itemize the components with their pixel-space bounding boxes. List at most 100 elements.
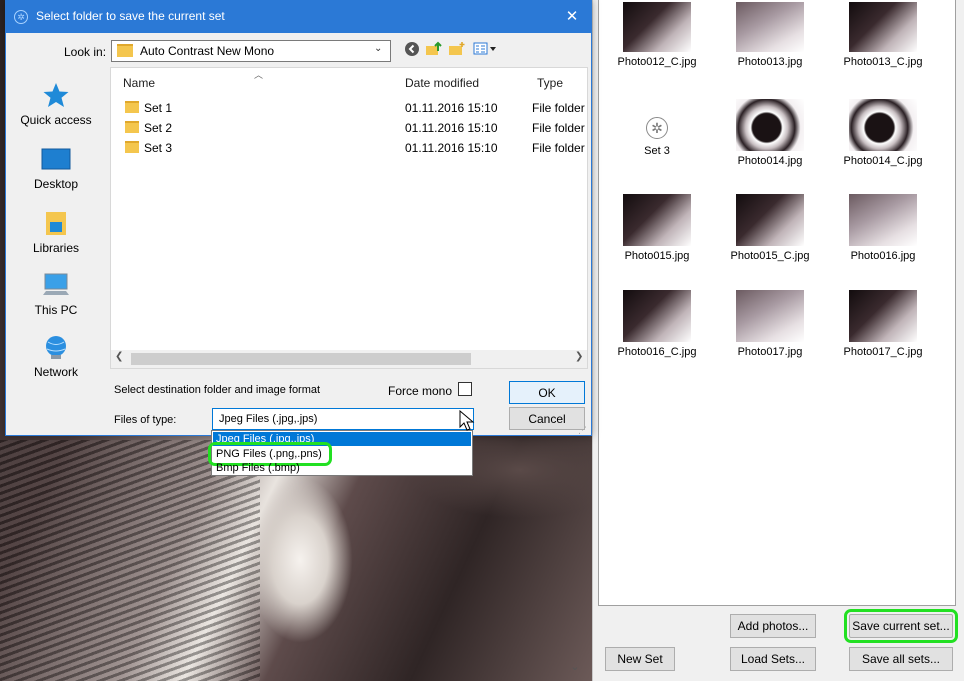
look-in-dropdown[interactable]: Auto Contrast New Mono ⌄: [111, 40, 391, 62]
folder-icon: [125, 121, 139, 133]
look-in-value: Auto Contrast New Mono: [140, 44, 275, 58]
close-icon[interactable]: ✕: [558, 5, 586, 29]
new-folder-icon[interactable]: [448, 41, 466, 59]
thumbnail-label: Photo015.jpg: [624, 250, 690, 262]
place-label: Quick access: [20, 113, 92, 127]
thumbnail-label: Photo016_C.jpg: [617, 346, 697, 358]
app-icon: ✲: [14, 10, 28, 24]
photo-thumbnail[interactable]: Photo017.jpg: [718, 288, 822, 358]
load-sets-button[interactable]: Load Sets...: [730, 647, 816, 671]
thumbnail-image: [849, 194, 917, 246]
chevron-right-icon[interactable]: ❯: [575, 351, 583, 362]
photo-thumbnail[interactable]: Photo016.jpg: [831, 192, 935, 262]
file-date: 01.11.2016 15:10: [405, 121, 498, 135]
file-type: File folder: [532, 121, 585, 135]
file-type: File folder: [532, 141, 585, 155]
ok-button[interactable]: OK: [509, 381, 585, 404]
scroll-down-icon[interactable]: ⌄: [566, 658, 584, 676]
cancel-button[interactable]: Cancel: [509, 407, 585, 430]
up-folder-icon[interactable]: [425, 41, 443, 59]
resize-grip-icon[interactable]: ⋰: [578, 425, 587, 436]
file-list[interactable]: ︿ Name Date modified Type Set 1 01.11.20…: [110, 67, 588, 369]
file-type-option-bmp[interactable]: Bmp Files (.bmp): [213, 461, 471, 475]
view-menu-icon[interactable]: [473, 41, 497, 59]
new-set-button[interactable]: New Set: [605, 647, 675, 671]
file-date: 01.11.2016 15:10: [405, 141, 498, 155]
set-icon: ✲: [646, 117, 668, 139]
photo-thumbnail[interactable]: Photo013.jpg: [718, 0, 822, 68]
photo-thumbnail[interactable]: Photo017_C.jpg: [831, 288, 935, 358]
thumbnail-label: Photo012_C.jpg: [617, 56, 697, 68]
thumbnail-panel: Photo012_C.jpg Photo013.jpg Photo013_C.jpg…: [592, 0, 964, 681]
folder-icon: [117, 44, 133, 57]
force-mono-checkbox[interactable]: [458, 382, 472, 396]
save-current-set-button[interactable]: Save current set...: [844, 609, 958, 643]
thumbnail-image: [736, 194, 804, 246]
file-type-option-png[interactable]: PNG Files (.png,.pns): [208, 442, 332, 466]
add-photos-button[interactable]: Add photos...: [730, 614, 816, 638]
place-label: Network: [33, 365, 78, 379]
thumbnail-label: Photo013.jpg: [737, 56, 803, 68]
dialog-titlebar[interactable]: ✲ Select folder to save the current set …: [6, 1, 591, 33]
photo-thumbnail[interactable]: Photo012_C.jpg: [605, 0, 709, 68]
destination-hint: Select destination folder and image form…: [114, 384, 321, 396]
network-icon: [39, 333, 73, 361]
file-type-dropdown[interactable]: Jpeg Files (.jpg,.jps) ⌄: [212, 408, 474, 430]
place-label: This PC: [34, 303, 78, 317]
file-date: 01.11.2016 15:10: [405, 101, 498, 115]
file-row[interactable]: Set 2 01.11.2016 15:10 File folder: [111, 118, 587, 138]
thumbnail-image: [736, 99, 804, 151]
thumbnail-label: Photo015_C.jpg: [730, 250, 810, 262]
thumbnail-grid[interactable]: Photo012_C.jpg Photo013.jpg Photo013_C.jpg…: [598, 0, 956, 606]
folder-icon: [125, 101, 139, 113]
image-texture: [0, 440, 260, 681]
place-libraries[interactable]: Libraries: [8, 209, 104, 255]
places-bar: Quick access Desktop Libraries This PC N…: [8, 71, 104, 381]
file-type: File folder: [532, 101, 585, 115]
place-label: Desktop: [33, 177, 79, 191]
file-type-value: Jpeg Files (.jpg,.jps): [219, 413, 318, 425]
file-row[interactable]: Set 1 01.11.2016 15:10 File folder: [111, 98, 587, 118]
photo-thumbnail[interactable]: Photo015.jpg: [605, 192, 709, 262]
photo-thumbnail[interactable]: Photo015_C.jpg: [718, 192, 822, 262]
scrollbar-thumb[interactable]: [131, 353, 471, 365]
photo-thumbnail[interactable]: Photo014_C.jpg: [831, 97, 935, 167]
thumbnail-label: Set 3: [644, 145, 670, 157]
photo-thumbnail[interactable]: Photo016_C.jpg: [605, 288, 709, 358]
dialog-title: Select folder to save the current set: [36, 9, 225, 23]
libraries-icon: [39, 209, 73, 237]
column-header-type[interactable]: Type: [537, 76, 563, 90]
horizontal-scrollbar[interactable]: ❮ ❯: [111, 350, 587, 368]
file-name: Set 2: [144, 121, 173, 135]
sort-ascending-icon: ︿: [254, 70, 264, 80]
mouse-cursor-icon: [459, 409, 475, 432]
place-network[interactable]: Network: [8, 333, 104, 379]
photo-thumbnail[interactable]: Photo013_C.jpg: [831, 0, 935, 68]
thumbnail-image: [849, 2, 917, 52]
file-row[interactable]: Set 3 01.11.2016 15:10 File folder: [111, 138, 587, 158]
column-header-name[interactable]: Name: [123, 76, 155, 90]
column-header-date[interactable]: Date modified: [405, 76, 479, 90]
file-type-options: Jpeg Files (.jpg,.jps) PNG Files (.png,.…: [208, 430, 473, 476]
place-desktop[interactable]: Desktop: [8, 145, 104, 191]
file-name: Set 3: [144, 141, 173, 155]
thumbnail-label: Photo014.jpg: [737, 155, 803, 167]
back-icon[interactable]: [404, 41, 420, 59]
thumbnail-image: [849, 290, 917, 342]
computer-icon: [39, 271, 73, 299]
chevron-left-icon[interactable]: ❮: [115, 351, 123, 362]
thumbnail-image: [623, 290, 691, 342]
photo-thumbnail[interactable]: Photo014.jpg: [718, 97, 822, 167]
thumbnail-label: Photo014_C.jpg: [843, 155, 923, 167]
desktop-icon: [39, 145, 73, 173]
set-thumbnail[interactable]: ✲ Set 3: [605, 97, 709, 157]
thumbnail-image: [736, 2, 804, 52]
place-quick-access[interactable]: Quick access: [8, 81, 104, 127]
place-this-pc[interactable]: This PC: [8, 271, 104, 317]
file-type-label: Files of type:: [114, 414, 177, 426]
file-type-option-jpeg[interactable]: Jpeg Files (.jpg,.jps): [213, 432, 471, 446]
thumbnail-label: Photo016.jpg: [850, 250, 916, 262]
save-all-sets-button[interactable]: Save all sets...: [849, 647, 953, 671]
thumbnail-image: [849, 99, 917, 151]
thumbnail-label: Photo013_C.jpg: [843, 56, 923, 68]
